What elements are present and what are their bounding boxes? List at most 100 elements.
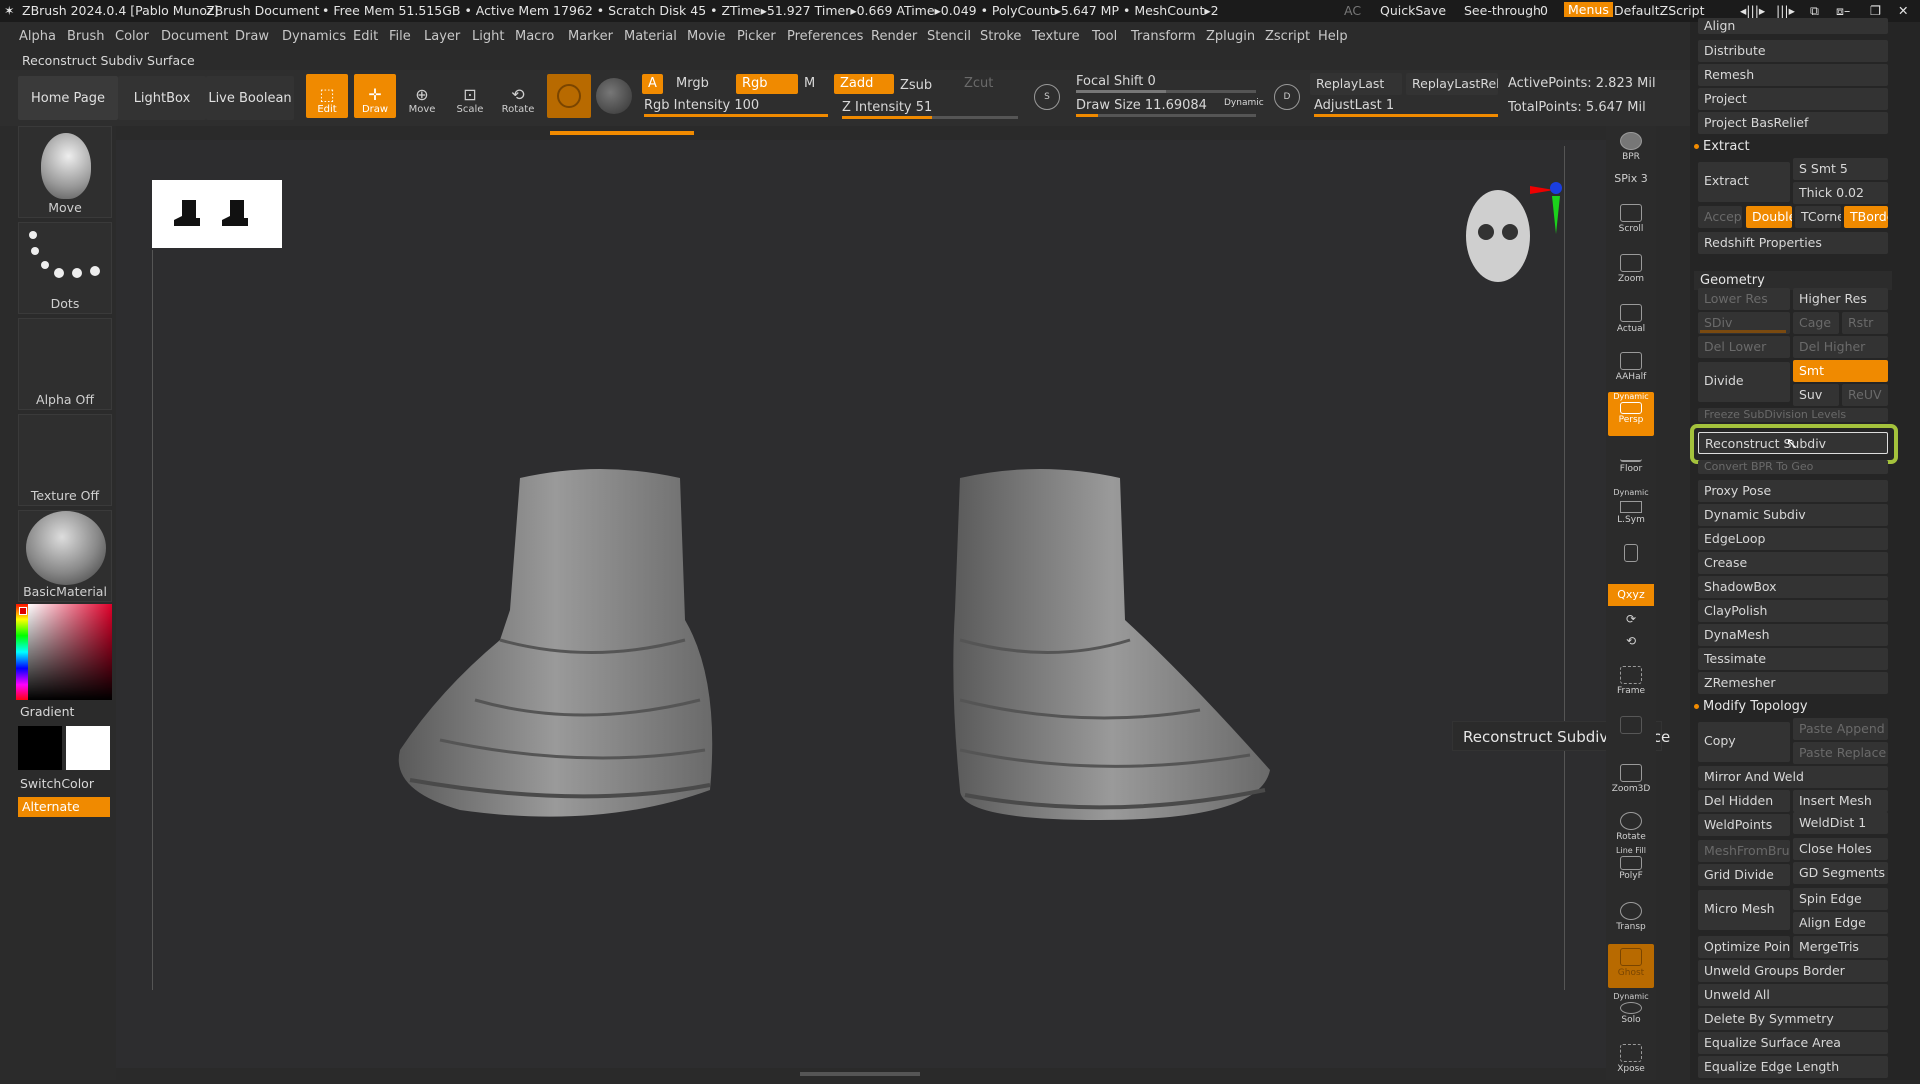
paste-replace-button[interactable]: Paste Replace <box>1793 742 1888 764</box>
rgb-intensity-label[interactable]: Rgb Intensity 100 <box>644 98 759 113</box>
zoom-button[interactable]: Zoom <box>1608 250 1654 294</box>
claypolish-button[interactable]: ClayPolish <box>1698 600 1888 622</box>
menu-layer[interactable]: Layer <box>424 29 460 44</box>
minimize-button[interactable]: – <box>1844 3 1850 18</box>
menu-color[interactable]: Color <box>115 29 149 44</box>
menu-picker[interactable]: Picker <box>737 29 776 44</box>
primary-color-swatch[interactable] <box>18 726 62 770</box>
default-zscript-button[interactable]: DefaultZScript <box>1614 3 1705 18</box>
xpose-button[interactable]: Xpose <box>1608 1040 1654 1084</box>
menu-draw[interactable]: Draw <box>235 29 269 44</box>
smt-toggle[interactable]: Smt <box>1793 360 1888 382</box>
mergetris-button[interactable]: MergeTris <box>1793 936 1888 958</box>
material-sphere-button[interactable] <box>547 74 591 118</box>
proxy-pose-button[interactable]: Proxy Pose <box>1698 480 1888 502</box>
z-intensity-label[interactable]: Z Intensity 51 <box>842 100 932 115</box>
higher-res-button[interactable]: Higher Res <box>1793 288 1888 310</box>
lightbox-button[interactable]: LightBox <box>118 76 206 120</box>
gd-segments-slider[interactable]: GD Segments 3 <box>1793 862 1888 884</box>
thick-slider[interactable]: Thick 0.02 <box>1793 182 1888 204</box>
tborde-toggle[interactable]: TBorde <box>1844 206 1888 228</box>
xyz-button[interactable]: Qxyz <box>1608 584 1654 606</box>
a-toggle[interactable]: A <box>642 74 663 94</box>
menu-zplugin[interactable]: Zplugin <box>1206 29 1255 44</box>
alternate-button[interactable]: Alternate <box>18 797 110 817</box>
tessimate-button[interactable]: Tessimate <box>1698 648 1888 670</box>
distribute-button[interactable]: Distribute <box>1698 40 1888 62</box>
ghost-button[interactable]: Ghost <box>1608 944 1654 988</box>
stroke-thumbnail[interactable]: Dots <box>18 222 112 314</box>
edgeloop-button[interactable]: EdgeLoop <box>1698 528 1888 550</box>
floor-button[interactable]: Floor <box>1608 448 1654 492</box>
rstr-button[interactable]: Rstr <box>1842 312 1888 334</box>
draw-mode-button[interactable]: ✛ Draw <box>354 74 396 118</box>
rotate-y-icon[interactable]: ⟳ <box>1608 612 1654 630</box>
live-boolean-button[interactable]: Live Boolean <box>206 76 294 120</box>
boots-mesh[interactable] <box>380 450 1330 850</box>
replay-last-rel-button[interactable]: ReplayLastRel <box>1406 73 1498 95</box>
replay-icon[interactable]: D <box>1274 84 1300 110</box>
paste-append-button[interactable]: Paste Append <box>1793 718 1888 740</box>
double-toggle[interactable]: Double <box>1746 206 1792 228</box>
replay-last-button[interactable]: ReplayLast <box>1310 73 1402 95</box>
window-split-icon[interactable]: ⧈ <box>1836 3 1844 19</box>
delete-by-symmetry-button[interactable]: Delete By Symmetry <box>1698 1008 1888 1030</box>
copy-button[interactable]: Copy <box>1698 722 1790 762</box>
menu-movie[interactable]: Movie <box>687 29 725 44</box>
restore-icon[interactable]: ❐ <box>1870 3 1881 18</box>
suv-toggle[interactable]: Suv <box>1793 384 1839 406</box>
navigator-thumbnail[interactable] <box>152 180 282 248</box>
menus-toggle[interactable]: Menus <box>1564 2 1613 17</box>
scale-mode-button[interactable]: ⊡ Scale <box>448 74 492 118</box>
menu-tool[interactable]: Tool <box>1092 29 1117 44</box>
mirror-and-weld-button[interactable]: Mirror And Weld <box>1698 766 1888 788</box>
brush-thumbnail[interactable]: Move <box>18 126 112 218</box>
zsub-toggle[interactable]: Zsub <box>900 78 932 93</box>
menu-brush[interactable]: Brush <box>67 29 105 44</box>
move-mode-button[interactable]: ⊕ Move <box>400 74 444 118</box>
zremesher-button[interactable]: ZRemesher <box>1698 672 1888 694</box>
menu-stencil[interactable]: Stencil <box>927 29 971 44</box>
welddist-slider[interactable]: WeldDist 1 <box>1793 812 1888 834</box>
menu-render[interactable]: Render <box>871 29 917 44</box>
menu-edit[interactable]: Edit <box>353 29 378 44</box>
edit-mode-button[interactable]: ⬚ Edit <box>306 74 348 118</box>
menu-transform[interactable]: Transform <box>1131 29 1196 44</box>
menu-macro[interactable]: Macro <box>515 29 554 44</box>
solo-button[interactable]: Dynamic Solo <box>1608 992 1654 1036</box>
orientation-gizmo[interactable] <box>1460 176 1570 306</box>
optimize-points-button[interactable]: Optimize Points <box>1698 936 1790 958</box>
aahalf-button[interactable]: AAHalf <box>1608 348 1654 392</box>
extract-button[interactable]: Extract <box>1698 162 1790 202</box>
rotate-z-icon[interactable]: ⟲ <box>1608 634 1654 652</box>
weldpoints-button[interactable]: WeldPoints <box>1698 814 1790 836</box>
adjust-last-label[interactable]: AdjustLast 1 <box>1314 98 1394 113</box>
close-icon[interactable]: ✕ <box>1898 3 1908 18</box>
transp-button[interactable]: Transp <box>1608 898 1654 942</box>
z-intensity-slider[interactable] <box>842 116 1018 119</box>
quicksave-button[interactable]: QuickSave <box>1380 3 1446 18</box>
zadd-toggle[interactable]: Zadd <box>834 74 894 94</box>
menu-dynamics[interactable]: Dynamics <box>282 29 346 44</box>
color-sphere-icon[interactable] <box>596 78 632 114</box>
focal-shift-label[interactable]: Focal Shift 0 <box>1076 74 1156 89</box>
draw-size-slider[interactable] <box>1076 114 1256 117</box>
project-basrelief-button[interactable]: Project BasRelief <box>1698 112 1888 134</box>
layout-arrows-icon[interactable]: ◂|||▸ <box>1740 3 1765 18</box>
menu-texture[interactable]: Texture <box>1032 29 1080 44</box>
lazy-mouse-icon[interactable]: S <box>1034 84 1060 110</box>
move3d-button[interactable] <box>1608 712 1654 756</box>
focal-shift-slider[interactable] <box>1076 90 1256 93</box>
zoom3d-button[interactable]: Zoom3D <box>1608 760 1654 804</box>
insert-mesh-button[interactable]: Insert Mesh <box>1793 790 1888 812</box>
frame-button[interactable]: Frame <box>1608 662 1654 706</box>
menu-alpha[interactable]: Alpha <box>19 29 56 44</box>
freeze-subdivision-button[interactable]: Freeze SubDivision Levels <box>1698 408 1888 422</box>
unweld-all-button[interactable]: Unweld All <box>1698 984 1888 1006</box>
s-smt-slider[interactable]: S Smt 5 <box>1793 158 1888 180</box>
layout-bars-icon[interactable]: |||▸ <box>1776 3 1795 18</box>
accept-button[interactable]: Accept <box>1698 206 1742 228</box>
seethrough-slider-label[interactable]: See-through <box>1464 3 1541 18</box>
m-toggle[interactable]: M <box>804 76 815 91</box>
draw-size-label[interactable]: Draw Size 11.69084 <box>1076 98 1207 113</box>
